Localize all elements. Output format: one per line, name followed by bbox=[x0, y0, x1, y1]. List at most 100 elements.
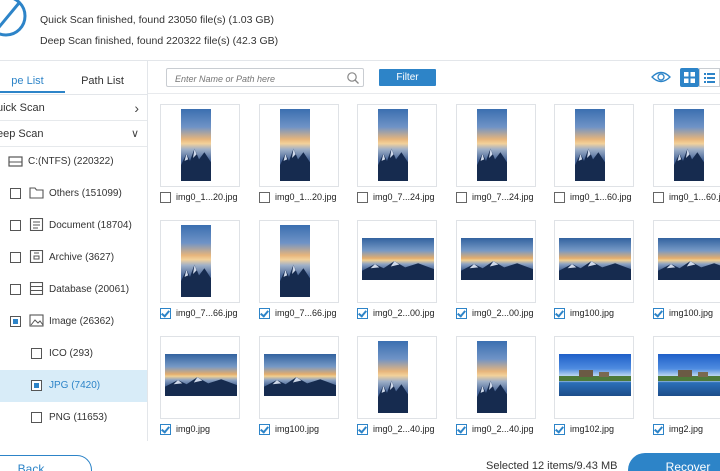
database-icon bbox=[29, 282, 44, 295]
file-checkbox[interactable] bbox=[554, 308, 565, 319]
mountain-photo-thumbnail bbox=[461, 238, 533, 280]
file-checkbox[interactable] bbox=[357, 308, 368, 319]
file-checkbox[interactable] bbox=[554, 424, 565, 435]
jpg-checkbox[interactable] bbox=[31, 380, 42, 391]
list-view-button[interactable] bbox=[699, 68, 720, 87]
app-window: { "header": { "quick_scan_status": "Quic… bbox=[0, 0, 720, 471]
mountain-photo-thumbnail bbox=[378, 109, 408, 181]
file-name: img0_2...40.jpg bbox=[472, 424, 534, 434]
file-checkbox[interactable] bbox=[259, 308, 270, 319]
drive-item[interactable]: C:(NTFS) (220322) bbox=[0, 146, 147, 178]
file-name: img0_7...24.jpg bbox=[472, 192, 534, 202]
file-checkbox[interactable] bbox=[653, 424, 664, 435]
mountain-photo-thumbnail bbox=[280, 109, 310, 181]
mountain-photo-thumbnail bbox=[477, 109, 507, 181]
mountain-photo-thumbnail bbox=[181, 225, 211, 297]
eye-icon[interactable] bbox=[651, 70, 671, 84]
file-thumbnail-card[interactable] bbox=[456, 220, 536, 303]
file-name: img0_2...00.jpg bbox=[472, 308, 534, 318]
file-name: img0_1...60.jpg bbox=[669, 192, 720, 202]
subtype-ico[interactable]: ICO (293) bbox=[0, 338, 147, 370]
file-checkbox[interactable] bbox=[554, 192, 565, 203]
search-box[interactable] bbox=[166, 68, 364, 88]
search-input[interactable] bbox=[167, 70, 337, 88]
file-name: img0_1...20.jpg bbox=[176, 192, 238, 202]
file-checkbox[interactable] bbox=[259, 424, 270, 435]
file-thumbnail-card[interactable] bbox=[357, 336, 437, 419]
filter-button[interactable]: Filter bbox=[379, 69, 436, 86]
png-checkbox[interactable] bbox=[31, 412, 42, 423]
file-thumbnail-card[interactable] bbox=[259, 220, 339, 303]
database-checkbox[interactable] bbox=[10, 284, 21, 295]
file-thumbnail-card[interactable] bbox=[554, 220, 634, 303]
ico-checkbox[interactable] bbox=[31, 348, 42, 359]
mountain-photo-thumbnail bbox=[559, 238, 631, 280]
file-thumbnail-card[interactable] bbox=[456, 336, 536, 419]
drive-icon bbox=[8, 156, 23, 167]
mountain-photo-thumbnail bbox=[477, 341, 507, 413]
document-checkbox[interactable] bbox=[10, 220, 21, 231]
file-name: img102.jpg bbox=[570, 424, 615, 434]
quick-scan-group[interactable]: uick Scan › bbox=[0, 95, 147, 121]
file-checkbox[interactable] bbox=[456, 308, 467, 319]
archive-label: Archive (3627) bbox=[49, 252, 115, 263]
tab-type-list[interactable]: pe List bbox=[0, 61, 65, 93]
others-checkbox[interactable] bbox=[10, 188, 21, 199]
file-checkbox[interactable] bbox=[456, 192, 467, 203]
subtype-png[interactable]: PNG (11653) bbox=[0, 402, 147, 434]
category-database[interactable]: Database (20061) bbox=[0, 274, 147, 306]
deep-scan-group[interactable]: eep Scan ∨ bbox=[0, 121, 147, 147]
image-checkbox[interactable] bbox=[10, 316, 21, 327]
file-checkbox[interactable] bbox=[357, 424, 368, 435]
drive-label: C:(NTFS) (220322) bbox=[28, 156, 114, 167]
file-checkbox[interactable] bbox=[653, 308, 664, 319]
back-button[interactable]: Back bbox=[0, 455, 92, 471]
recover-button[interactable]: Recover bbox=[628, 453, 720, 471]
file-thumbnail-card[interactable] bbox=[357, 104, 437, 187]
category-archive[interactable]: Archive (3627) bbox=[0, 242, 147, 274]
file-thumbnail-card[interactable] bbox=[554, 336, 634, 419]
file-thumbnail-card[interactable] bbox=[554, 104, 634, 187]
archive-icon bbox=[29, 250, 44, 263]
list-view-icon bbox=[704, 73, 715, 83]
file-name: img100.jpg bbox=[275, 424, 320, 434]
category-others[interactable]: Others (151099) bbox=[0, 178, 147, 210]
file-thumbnail-card[interactable] bbox=[160, 104, 240, 187]
archive-checkbox[interactable] bbox=[10, 252, 21, 263]
file-thumbnail-card[interactable] bbox=[160, 336, 240, 419]
file-thumbnail-card[interactable] bbox=[160, 220, 240, 303]
file-thumbnail-card[interactable] bbox=[456, 104, 536, 187]
mountain-photo-thumbnail bbox=[378, 341, 408, 413]
header: Quick Scan finished, found 23050 file(s)… bbox=[0, 0, 720, 60]
file-checkbox[interactable] bbox=[160, 192, 171, 203]
file-thumbnail-card[interactable] bbox=[357, 220, 437, 303]
app-logo-icon bbox=[0, 0, 27, 37]
file-checkbox[interactable] bbox=[456, 424, 467, 435]
category-document[interactable]: Document (18704) bbox=[0, 210, 147, 242]
file-checkbox[interactable] bbox=[653, 192, 664, 203]
file-name: img0.jpg bbox=[176, 424, 211, 434]
file-checkbox[interactable] bbox=[357, 192, 368, 203]
tab-path-list[interactable]: Path List bbox=[65, 61, 140, 93]
file-thumbnail-card[interactable] bbox=[653, 336, 720, 419]
file-thumbnail-card[interactable] bbox=[259, 104, 339, 187]
file-checkbox[interactable] bbox=[160, 424, 171, 435]
file-checkbox[interactable] bbox=[259, 192, 270, 203]
jpg-label: JPG (7420) bbox=[49, 380, 101, 391]
quick-scan-label: uick Scan bbox=[0, 102, 45, 114]
file-grid: img0_1...20.jpg img0_1...20.jpg img0_7..… bbox=[148, 94, 720, 441]
selection-summary: Selected 12 items/9.43 MB bbox=[486, 460, 618, 471]
file-thumbnail-card[interactable] bbox=[259, 336, 339, 419]
file-thumbnail-card[interactable] bbox=[653, 104, 720, 187]
subtype-jpg[interactable]: JPG (7420) bbox=[0, 370, 147, 402]
file-name: img2.jpg bbox=[669, 424, 704, 434]
mountain-photo-thumbnail bbox=[280, 225, 310, 297]
document-icon bbox=[29, 218, 44, 231]
category-image[interactable]: Image (26362) bbox=[0, 306, 147, 338]
grid-view-button[interactable] bbox=[680, 68, 699, 87]
file-checkbox[interactable] bbox=[160, 308, 171, 319]
folder-icon bbox=[29, 187, 44, 199]
search-icon[interactable] bbox=[346, 71, 360, 85]
file-thumbnail-card[interactable] bbox=[653, 220, 720, 303]
file-name: img0_7...24.jpg bbox=[373, 192, 435, 202]
